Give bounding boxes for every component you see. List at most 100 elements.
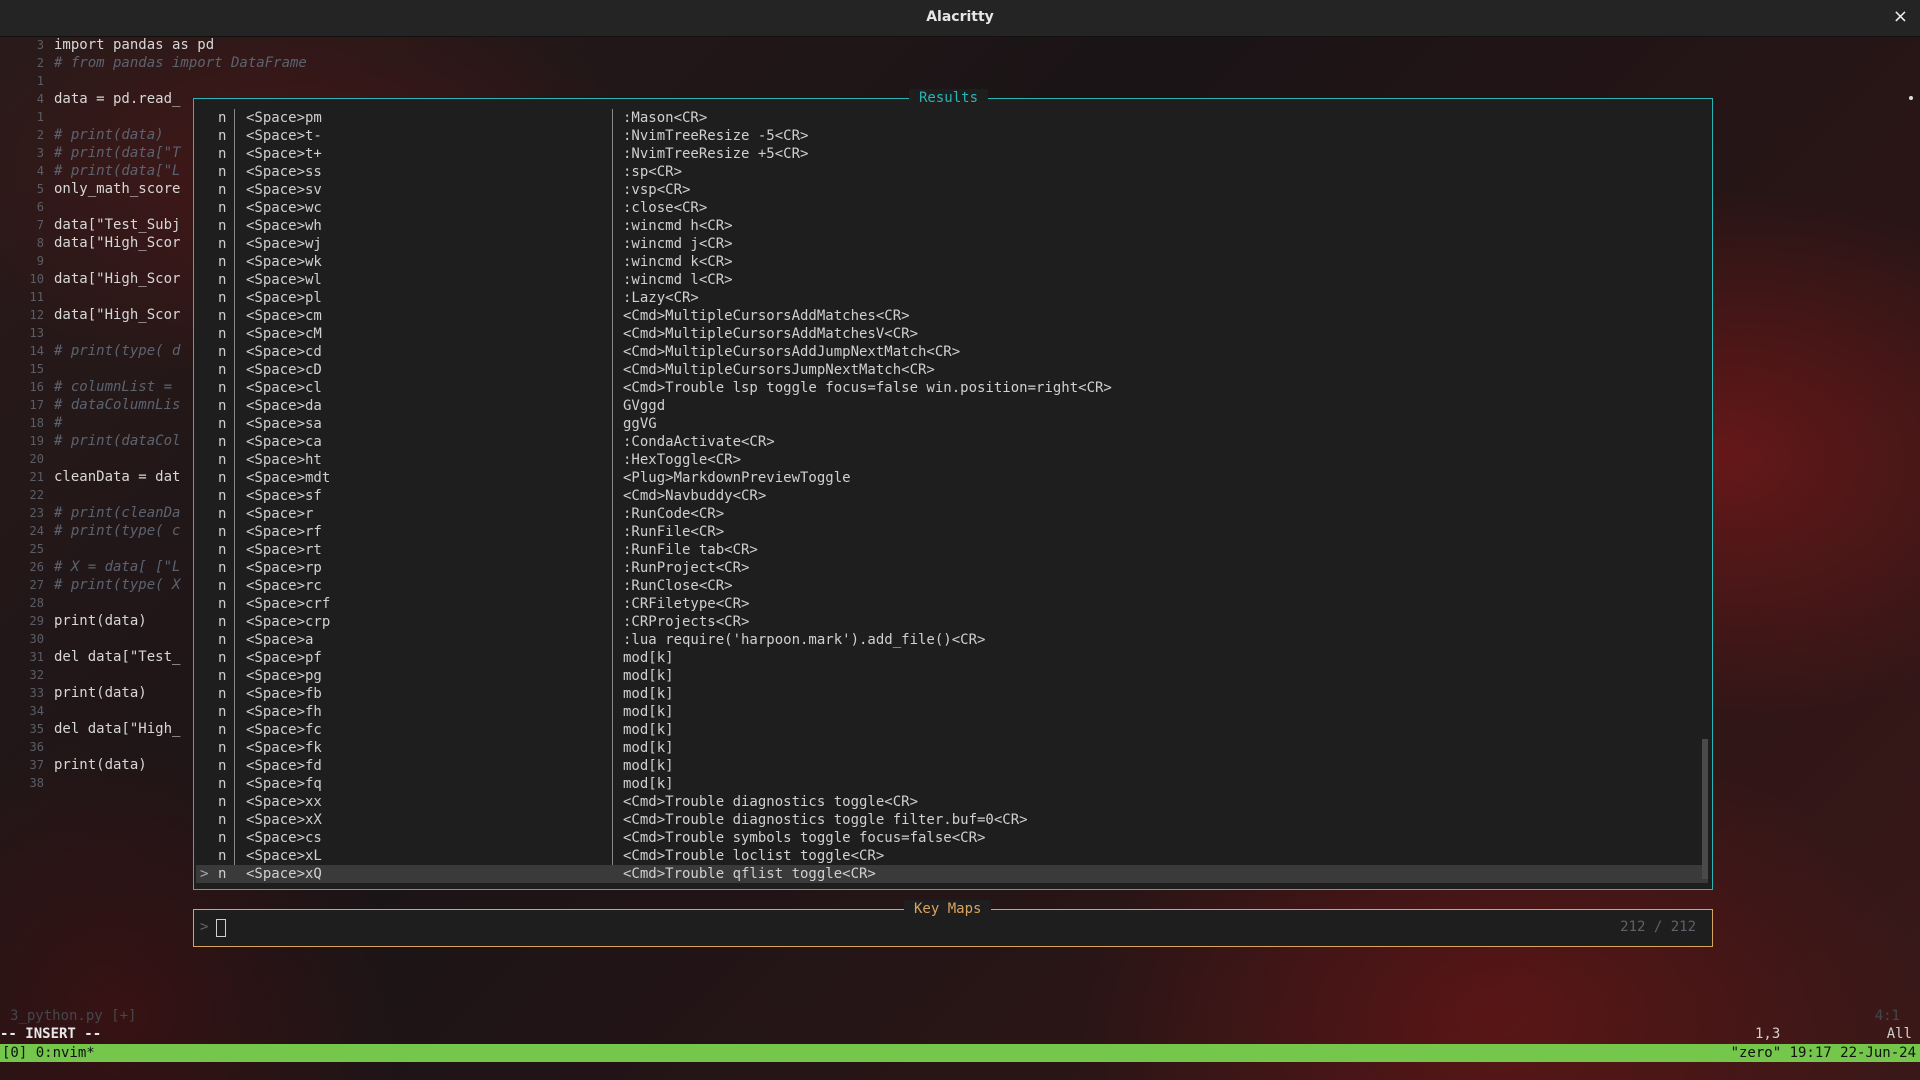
keymap-row[interactable]: n <Space>fb mod[k] bbox=[196, 685, 1708, 703]
keymap-lhs: <Space>fh bbox=[246, 704, 322, 720]
window-title: Alacritty bbox=[926, 9, 994, 25]
keymap-row[interactable]: n <Space>ca:CondaActivate<CR> bbox=[196, 433, 1708, 451]
keymap-row[interactable]: n <Space>cl <Cmd>Trouble lsp toggle focus=… bbox=[196, 379, 1708, 397]
keymap-lhs: <Space>r bbox=[246, 506, 314, 522]
keymap-rhs: <Plug>MarkdownPreviewToggle bbox=[623, 470, 851, 486]
keymap-row[interactable]: n <Space>wk:wincmd k<CR> bbox=[196, 253, 1708, 271]
keymap-row[interactable]: n <Space>sf <Cmd>Navbuddy<CR> bbox=[196, 487, 1708, 505]
keymap-lhs: <Space>sa bbox=[246, 416, 322, 432]
keymap-lhs: <Space>a bbox=[246, 632, 314, 648]
keymap-row[interactable]: n <Space>fd mod[k] bbox=[196, 757, 1708, 775]
keymap-row[interactable]: n <Space>rt:RunFile tab<CR> bbox=[196, 541, 1708, 559]
keymap-row[interactable]: n <Space>xx <Cmd>Trouble diagnostics toggl… bbox=[196, 793, 1708, 811]
keymap-rhs: mod[k] bbox=[623, 776, 674, 792]
keymap-lhs: <Space>da bbox=[246, 398, 322, 414]
close-icon[interactable]: × bbox=[1893, 6, 1908, 27]
keymap-row[interactable]: n <Space>rp:RunProject<CR> bbox=[196, 559, 1708, 577]
keymap-mode: n bbox=[218, 488, 227, 504]
line-number: 3 bbox=[36, 146, 44, 160]
keymap-row[interactable]: n <Space>ss:sp<CR> bbox=[196, 163, 1708, 181]
keymap-mode: n bbox=[218, 668, 227, 684]
selection-pointer: > bbox=[200, 866, 209, 882]
keymap-row[interactable]: n <Space>r:RunCode<CR> bbox=[196, 505, 1708, 523]
keymap-row[interactable]: n <Space>rf:RunFile<CR> bbox=[196, 523, 1708, 541]
keymap-row[interactable]: n <Space>wc:close<CR> bbox=[196, 199, 1708, 217]
code-text: data = pd.read_ bbox=[54, 91, 181, 107]
keymap-row[interactable]: n <Space>xL <Cmd>Trouble loclist toggle<CR… bbox=[196, 847, 1708, 865]
keymap-mode: n bbox=[218, 830, 227, 846]
keymap-mode: n bbox=[218, 164, 227, 180]
keymap-mode: n bbox=[218, 560, 227, 576]
keymap-lhs: <Space>cD bbox=[246, 362, 322, 378]
keymap-rhs: mod[k] bbox=[623, 722, 674, 738]
keymap-rhs: :RunFile tab<CR> bbox=[623, 542, 758, 558]
keymap-row[interactable]: n <Space>cd <Cmd>MultipleCursorsAddJumpNex… bbox=[196, 343, 1708, 361]
keymap-row[interactable]: n <Space>cD <Cmd>MultipleCursorsJumpNextMa… bbox=[196, 361, 1708, 379]
keymap-row[interactable]: n <Space>cM <Cmd>MultipleCursorsAddMatches… bbox=[196, 325, 1708, 343]
keymap-mode: n bbox=[218, 380, 227, 396]
keymap-mode: n bbox=[218, 866, 227, 882]
keymap-row[interactable]: n <Space>mdt <Plug>MarkdownPreviewToggle bbox=[196, 469, 1708, 487]
keymap-mode: n bbox=[218, 686, 227, 702]
line-number: 7 bbox=[36, 218, 44, 232]
keymap-row[interactable]: n <Space>sv:vsp<CR> bbox=[196, 181, 1708, 199]
keymap-row[interactable]: n <Space>pm:Mason<CR> bbox=[196, 109, 1708, 127]
keymap-lhs: <Space>cd bbox=[246, 344, 322, 360]
line-number: 1 bbox=[36, 110, 44, 124]
keymap-mode: n bbox=[218, 470, 227, 486]
prompt-panel[interactable]: Key Maps > 212 / 212 bbox=[193, 900, 1713, 947]
keymap-row[interactable]: n <Space>t-:NvimTreeResize -5<CR> bbox=[196, 127, 1708, 145]
keymap-mode: n bbox=[218, 362, 227, 378]
keymap-lhs: <Space>mdt bbox=[246, 470, 331, 486]
keymap-row[interactable]: n <Space>wj:wincmd j<CR> bbox=[196, 235, 1708, 253]
keymap-rhs: :HexToggle<CR> bbox=[623, 452, 742, 468]
line-number: 2 bbox=[36, 56, 44, 70]
keymap-row[interactable]: n <Space>t+:NvimTreeResize +5<CR> bbox=[196, 145, 1708, 163]
keymap-row[interactable]: > n <Space>xQ <Cmd>Trouble qflist toggle<CR… bbox=[196, 865, 1708, 883]
keymap-row[interactable]: n <Space>pf mod[k] bbox=[196, 649, 1708, 667]
line-number: 38 bbox=[29, 776, 44, 790]
scrollbar-thumb[interactable] bbox=[1702, 739, 1708, 879]
keymap-row[interactable]: n <Space>crp:CRProjects<CR> bbox=[196, 613, 1708, 631]
keymap-lhs: <Space>t- bbox=[246, 128, 322, 144]
keymap-row[interactable]: n <Space>fk mod[k] bbox=[196, 739, 1708, 757]
line-number: 18 bbox=[29, 416, 44, 430]
tmux-window-list[interactable]: [0] 0:nvim* bbox=[2, 1044, 95, 1062]
keymap-rhs: <Cmd>Trouble qflist toggle<CR> bbox=[623, 866, 876, 882]
code-text: # print(data["T bbox=[54, 145, 181, 161]
keymap-lhs: <Space>sf bbox=[246, 488, 322, 504]
keymap-mode: n bbox=[218, 704, 227, 720]
keymap-row[interactable]: n <Space>fq mod[k] bbox=[196, 775, 1708, 793]
keymap-rhs: :RunClose<CR> bbox=[623, 578, 733, 594]
keymap-rhs: <Cmd>Trouble lsp toggle focus=false win.… bbox=[623, 380, 1112, 396]
keymap-row[interactable]: n <Space>wh:wincmd h<CR> bbox=[196, 217, 1708, 235]
keymap-row[interactable]: n <Space>cs <Cmd>Trouble symbols toggle fo… bbox=[196, 829, 1708, 847]
keymap-row[interactable]: n <Space>pg mod[k] bbox=[196, 667, 1708, 685]
keymap-row[interactable]: n <Space>fh mod[k] bbox=[196, 703, 1708, 721]
text-cursor bbox=[216, 919, 226, 937]
keymap-lhs: <Space>t+ bbox=[246, 146, 322, 162]
keymap-row[interactable]: n <Space>pl:Lazy<CR> bbox=[196, 289, 1708, 307]
keymap-row[interactable]: n <Space>rc:RunClose<CR> bbox=[196, 577, 1708, 595]
keymap-row[interactable]: n <Space>wl:wincmd l<CR> bbox=[196, 271, 1708, 289]
keymap-row[interactable]: n <Space>sa ggVG bbox=[196, 415, 1708, 433]
keymap-row[interactable]: n <Space>ht:HexToggle<CR> bbox=[196, 451, 1708, 469]
code-text: del data["High_ bbox=[54, 721, 181, 737]
keymap-row[interactable]: n <Space>cm <Cmd>MultipleCursorsAddMatches… bbox=[196, 307, 1708, 325]
indicator-dot bbox=[1909, 96, 1913, 100]
keymap-rhs: <Cmd>MultipleCursorsAddMatches<CR> bbox=[623, 308, 910, 324]
line-number: 20 bbox=[29, 452, 44, 466]
keymap-rhs: mod[k] bbox=[623, 740, 674, 756]
keymap-lhs: <Space>rf bbox=[246, 524, 322, 540]
keymap-lhs: <Space>xX bbox=[246, 812, 322, 828]
line-number: 8 bbox=[36, 236, 44, 250]
keymap-row[interactable]: n <Space>da GVggd bbox=[196, 397, 1708, 415]
keymap-row[interactable]: n <Space>a:lua require('harpoon.mark').ad… bbox=[196, 631, 1708, 649]
keymap-row[interactable]: n <Space>crf:CRFiletype<CR> bbox=[196, 595, 1708, 613]
keymap-row[interactable]: n <Space>fc mod[k] bbox=[196, 721, 1708, 739]
line-number: 31 bbox=[29, 650, 44, 664]
keymap-rhs: <Cmd>Trouble diagnostics toggle filter.b… bbox=[623, 812, 1028, 828]
keymap-lhs: <Space>pl bbox=[246, 290, 322, 306]
keymap-row[interactable]: n <Space>xX <Cmd>Trouble diagnostics toggl… bbox=[196, 811, 1708, 829]
keymap-rhs: GVggd bbox=[623, 398, 666, 414]
